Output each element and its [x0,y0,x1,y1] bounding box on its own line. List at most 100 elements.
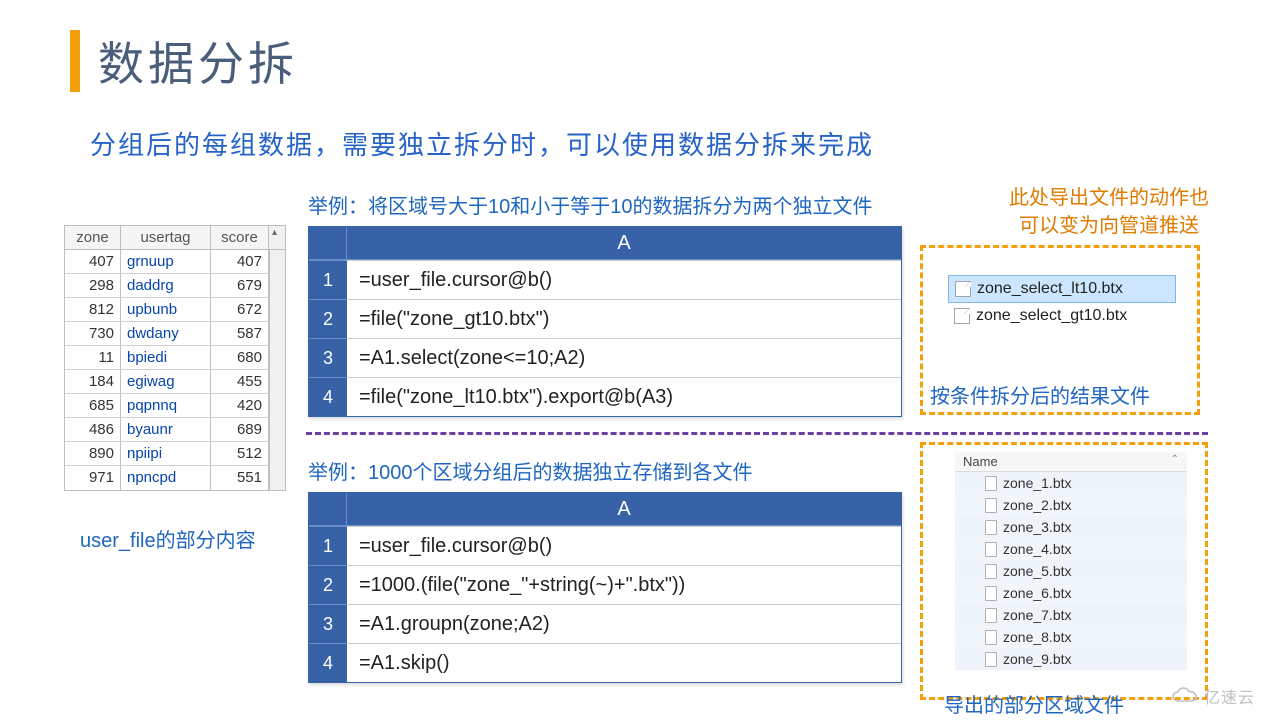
code2-corner [309,493,347,526]
export-note: 此处导出文件的动作也 可以变为向管道推送 [968,184,1250,240]
file-name: zone_2.btx [1003,495,1072,515]
file-name: zone_4.btx [1003,539,1072,559]
export-note-line2: 可以变为向管道推送 [968,212,1250,240]
file-icon [954,308,970,324]
row-number: 4 [309,377,347,416]
file-icon [985,520,997,535]
vertical-scrollbar[interactable] [269,250,285,490]
file-item[interactable]: zone_select_lt10.btx [948,275,1176,303]
td-usertag: byaunr [121,418,211,441]
code-cell: =1000.(file("zone_"+string(~)+".btx")) [347,565,901,604]
file-item[interactable]: zone_9.btx [955,648,1187,670]
file-item[interactable]: zone_8.btx [955,626,1187,648]
table-row: 407grnuup407 [65,250,269,274]
example1-label: 举例：将区域号大于10和小于等于10的数据拆分为两个独立文件 [308,190,873,219]
watermark: 亿速云 [1171,684,1255,708]
file-name: zone_5.btx [1003,561,1072,581]
slide-title-wrap: 数据分拆 [70,28,298,94]
td-zone: 407 [65,250,121,273]
file-item[interactable]: zone_select_gt10.btx [948,303,1176,329]
file-icon [985,586,997,601]
code-cell: =user_file.cursor@b() [347,260,901,299]
td-zone: 971 [65,466,121,490]
code-row: 4=A1.skip() [309,643,901,682]
file-item[interactable]: zone_2.btx [955,494,1187,516]
td-usertag: bpiedi [121,346,211,369]
table-row: 184egiwag455 [65,370,269,394]
td-usertag: npiipi [121,442,211,465]
file-name: zone_6.btx [1003,583,1072,603]
code-cell: =A1.select(zone<=10;A2) [347,338,901,377]
table-row: 890npiipi512 [65,442,269,466]
code-table-1: A 1=user_file.cursor@b()2=file("zone_gt1… [308,226,902,417]
watermark-text: 亿速云 [1204,684,1255,708]
output-filelist-1: zone_select_lt10.btx zone_select_gt10.bt… [948,275,1176,329]
td-zone: 11 [65,346,121,369]
file-item[interactable]: zone_1.btx [955,472,1187,494]
code-cell: =A1.groupn(zone;A2) [347,604,901,643]
title-accent-bar [70,30,80,92]
output-filelist-2: Name ⌃ zone_1.btxzone_2.btxzone_3.btxzon… [955,452,1187,670]
file-name: zone_8.btx [1003,627,1072,647]
row-number: 1 [309,260,347,299]
code-row: 1=user_file.cursor@b() [309,526,901,565]
file-name: zone_1.btx [1003,473,1072,493]
file-item[interactable]: zone_5.btx [955,560,1187,582]
table-header-row: zone usertag score ▴ [65,226,285,250]
file-icon [985,476,997,491]
table-row: 730dwdany587 [65,322,269,346]
td-score: 680 [211,346,269,369]
row-number: 1 [309,526,347,565]
code-row: 1=user_file.cursor@b() [309,260,901,299]
file-name: zone_3.btx [1003,517,1072,537]
data-sample-table: zone usertag score ▴ 407grnuup407298dadd… [64,225,286,491]
file-item[interactable]: zone_4.btx [955,538,1187,560]
code-cell: =user_file.cursor@b() [347,526,901,565]
th-score: score [211,226,269,249]
table-row: 685pqpnnq420 [65,394,269,418]
table-row: 812upbunb672 [65,298,269,322]
th-usertag: usertag [121,226,211,249]
td-zone: 486 [65,418,121,441]
table-row: 11bpiedi680 [65,346,269,370]
code-cell: =file("zone_lt10.btx").export@b(A3) [347,377,901,416]
slide-title: 数据分拆 [98,28,298,94]
scroll-up-arrow-icon[interactable]: ▴ [269,226,285,249]
file-icon [985,564,997,579]
td-zone: 812 [65,298,121,321]
code-row: 3=A1.select(zone<=10;A2) [309,338,901,377]
code-row: 2=file("zone_gt10.btx") [309,299,901,338]
file-name: zone_select_gt10.btx [976,307,1127,325]
td-score: 420 [211,394,269,417]
file-icon [955,281,971,297]
td-score: 455 [211,370,269,393]
td-zone: 184 [65,370,121,393]
filelist2-header-label: Name [963,454,998,469]
td-score: 512 [211,442,269,465]
th-zone: zone [65,226,121,249]
td-usertag: npncpd [121,466,211,490]
file-item[interactable]: zone_3.btx [955,516,1187,538]
td-usertag: grnuup [121,250,211,273]
td-usertag: egiwag [121,370,211,393]
file-name: zone_select_lt10.btx [977,280,1123,298]
example2-label: 举例：1000个区域分组后的数据独立存储到各文件 [308,456,753,485]
filelist2-header[interactable]: Name ⌃ [955,452,1187,472]
file-icon [985,498,997,513]
file-icon [985,542,997,557]
td-usertag: daddrg [121,274,211,297]
sort-chevron-icon: ⌃ [1171,454,1179,469]
table-row: 298daddrg679 [65,274,269,298]
code1-col-header: A [347,227,901,260]
code-table-2: A 1=user_file.cursor@b()2=1000.(file("zo… [308,492,902,683]
file-item[interactable]: zone_6.btx [955,582,1187,604]
td-usertag: dwdany [121,322,211,345]
td-zone: 890 [65,442,121,465]
file-icon [985,608,997,623]
file-name: zone_7.btx [1003,605,1072,625]
section-divider [306,432,1208,435]
td-zone: 730 [65,322,121,345]
file-item[interactable]: zone_7.btx [955,604,1187,626]
cloud-icon [1171,687,1199,705]
code-row: 4=file("zone_lt10.btx").export@b(A3) [309,377,901,416]
